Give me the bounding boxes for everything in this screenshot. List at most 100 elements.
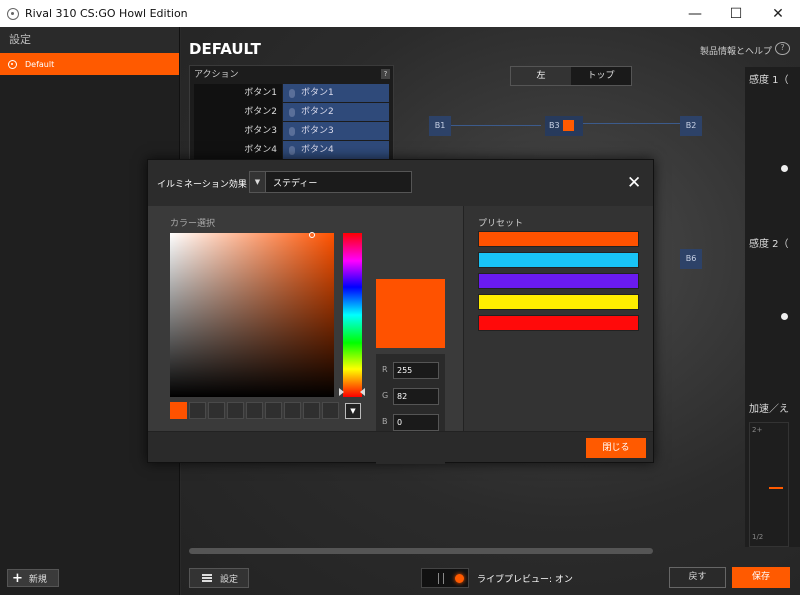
- tab-left-view[interactable]: 左: [511, 67, 571, 85]
- mapping-label: ボタン2: [301, 106, 334, 117]
- sensitivity-1-slider[interactable]: [781, 165, 788, 172]
- table-row[interactable]: ボタン3 ボタン3: [194, 122, 389, 141]
- mouse-button-b1[interactable]: B1: [429, 116, 451, 136]
- mouse-button-b6[interactable]: B6: [680, 249, 702, 269]
- swatch[interactable]: [246, 402, 263, 419]
- swatch[interactable]: [189, 402, 206, 419]
- title-bar: Rival 310 CS:GO Howl Edition — ☐ ✕: [0, 0, 800, 27]
- tab-top-view[interactable]: トップ: [571, 67, 631, 85]
- settings-label: 設定: [220, 574, 239, 585]
- recent-swatches: [170, 402, 339, 419]
- green-input[interactable]: [393, 388, 439, 405]
- button-mapping[interactable]: ボタン3: [283, 122, 389, 141]
- green-row: G: [382, 388, 442, 406]
- save-button[interactable]: 保存: [732, 567, 790, 588]
- close-dialog-button[interactable]: ✕: [627, 173, 641, 193]
- swatch[interactable]: [208, 402, 225, 419]
- accel-tick-top: 2+: [752, 426, 763, 434]
- new-profile-label: 新規: [28, 574, 47, 585]
- mouse-icon: [289, 88, 295, 98]
- hue-slider[interactable]: [343, 233, 362, 397]
- close-window-button[interactable]: ✕: [758, 0, 798, 27]
- mapping-label: ボタン4: [301, 144, 334, 155]
- effect-select[interactable]: ▼ ステディー: [249, 171, 412, 193]
- swatch-dropdown-button[interactable]: ▼: [345, 403, 361, 419]
- button-mapping[interactable]: ボタン2: [283, 103, 389, 122]
- swatch[interactable]: [284, 402, 301, 419]
- horizontal-scrollbar[interactable]: [189, 548, 653, 554]
- color-picker-pane: カラー選択 ▼ R G: [149, 206, 462, 464]
- profile-active-icon: [8, 59, 17, 69]
- swatch[interactable]: [322, 402, 339, 419]
- button-mapping[interactable]: ボタン1: [283, 84, 389, 103]
- acceleration-label: 加速／え: [749, 404, 789, 415]
- sidebar-title: 設定: [0, 27, 179, 53]
- list-icon: [202, 574, 212, 582]
- button-name: ボタン4: [194, 141, 282, 160]
- sidebar-item-label: Default: [25, 59, 55, 69]
- table-row[interactable]: ボタン2 ボタン2: [194, 103, 389, 122]
- b3-color-indicator: [562, 120, 574, 131]
- connector-line: [451, 125, 541, 126]
- preset-cyan[interactable]: [478, 252, 639, 268]
- illumination-dialog: イルミネーション効果 ▼ ステディー ✕ カラー選択 ▼ R 255 G 82 …: [147, 159, 654, 464]
- settings-button[interactable]: 設定: [189, 568, 249, 588]
- connector-line: [581, 123, 681, 124]
- live-preview-toggle[interactable]: [421, 568, 469, 588]
- mouse-icon: [289, 107, 295, 117]
- sensitivity-2-slider[interactable]: [781, 313, 788, 320]
- swatch[interactable]: [170, 402, 187, 419]
- preset-purple[interactable]: [478, 273, 639, 289]
- swatch[interactable]: [227, 402, 244, 419]
- acceleration-marker[interactable]: [769, 487, 783, 489]
- dialog-header: イルミネーション効果 ▼ ステディー ✕: [148, 160, 653, 206]
- maximize-button[interactable]: ☐: [716, 0, 756, 27]
- preset-orange[interactable]: [478, 231, 639, 247]
- help-globe-icon[interactable]: ?: [775, 42, 790, 55]
- minimize-button[interactable]: —: [675, 0, 715, 27]
- table-row[interactable]: ボタン1 ボタン1: [194, 84, 389, 103]
- accel-tick-bottom: 1/2: [752, 533, 764, 541]
- reset-button[interactable]: 戻す: [669, 567, 726, 588]
- chevron-down-icon: ▼: [250, 172, 266, 192]
- acceleration-graph[interactable]: 2+ 1/2: [749, 422, 789, 547]
- live-indicator-icon: [455, 574, 464, 583]
- close-apply-button[interactable]: 閉じる: [586, 438, 646, 458]
- button-mapping[interactable]: ボタン4: [283, 141, 389, 160]
- red-input[interactable]: [393, 362, 439, 379]
- mouse-icon: [289, 145, 295, 155]
- plus-icon: +: [12, 570, 23, 586]
- window-title: Rival 310 CS:GO Howl Edition: [25, 7, 188, 20]
- blue-row: B: [382, 414, 442, 432]
- mapping-label: ボタン1: [301, 87, 334, 98]
- preset-title: プリセット: [478, 219, 524, 229]
- red-row: R: [382, 362, 442, 380]
- hue-handle-left[interactable]: [339, 388, 344, 396]
- green-label: G: [382, 391, 389, 400]
- saturation-value-picker[interactable]: [170, 233, 334, 397]
- blue-input[interactable]: [393, 414, 439, 431]
- page-title: DEFAULT: [189, 40, 261, 58]
- swatch[interactable]: [303, 402, 320, 419]
- help-link[interactable]: 製品情報とヘルプ: [700, 44, 772, 57]
- effect-label: イルミネーション効果: [157, 180, 247, 190]
- action-header-label: アクション: [194, 70, 239, 80]
- mouse-icon: [289, 126, 295, 136]
- hue-handle-right[interactable]: [360, 388, 365, 396]
- preset-red[interactable]: [478, 315, 639, 331]
- swatch[interactable]: [265, 402, 282, 419]
- mouse-button-b2[interactable]: B2: [680, 116, 702, 136]
- preset-pane: プリセット: [463, 206, 653, 431]
- sensitivity-1-label: 感度 1（: [749, 75, 789, 86]
- picker-handle[interactable]: [309, 232, 315, 238]
- preset-yellow[interactable]: [478, 294, 639, 310]
- button-name: ボタン3: [194, 122, 282, 141]
- help-icon[interactable]: ?: [381, 69, 390, 79]
- sidebar-item-default[interactable]: Default: [0, 53, 179, 75]
- new-profile-button[interactable]: + 新規: [7, 569, 59, 587]
- action-panel-header: アクション ?: [190, 66, 393, 84]
- mouse-button-b3[interactable]: B3: [545, 116, 583, 136]
- view-toggle: 左 トップ: [510, 66, 632, 86]
- table-row[interactable]: ボタン4 ボタン4: [194, 141, 389, 160]
- sensitivity-panel: 感度 1（ 感度 2（ 加速／え 2+ 1/2: [745, 67, 800, 547]
